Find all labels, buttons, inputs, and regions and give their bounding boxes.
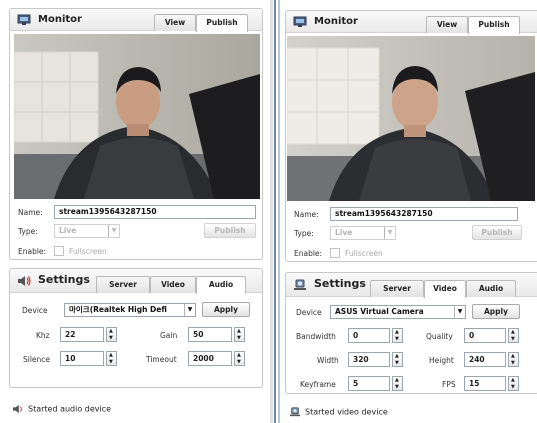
- chevron-down-icon: ▼: [184, 304, 195, 316]
- width-value[interactable]: 320: [348, 352, 390, 367]
- chevron-down-icon: ▼: [108, 225, 119, 237]
- monitor-title: Monitor: [314, 16, 358, 27]
- type-label: Type:: [294, 229, 314, 238]
- tab-video[interactable]: Video: [150, 276, 196, 293]
- quality-spinner[interactable]: ▲ ▼: [508, 328, 519, 343]
- status-bar: Started video device: [289, 407, 388, 417]
- khz-value[interactable]: 22: [60, 327, 104, 342]
- video-publisher-pane: Monitor View Publish Name: stream1395643…: [283, 0, 537, 423]
- name-label: Name:: [18, 208, 43, 217]
- monitor-icon: [293, 16, 307, 27]
- publish-button[interactable]: Publish: [472, 225, 522, 240]
- panel-separator-edge: [278, 0, 280, 423]
- tab-server[interactable]: Server: [370, 280, 424, 297]
- fullscreen-label: Fullscreen: [345, 249, 383, 258]
- height-value[interactable]: 240: [464, 352, 506, 367]
- gain-label: Gain: [160, 331, 178, 340]
- settings-title: Settings: [314, 277, 366, 290]
- status-bar: Started audio device: [12, 404, 111, 414]
- apply-button[interactable]: Apply: [202, 302, 250, 317]
- monitor-panel: Monitor View Publish Name: stream1395643…: [285, 10, 537, 262]
- width-spinner[interactable]: ▲ ▼: [392, 352, 403, 367]
- tab-server[interactable]: Server: [96, 276, 150, 293]
- settings-header: Settings Server Video Audio: [286, 273, 537, 298]
- audio-publisher-pane: Monitor View Publish Name: stream1395643…: [6, 0, 268, 423]
- bandwidth-spinner[interactable]: ▲ ▼: [392, 328, 403, 343]
- height-label: Height: [429, 356, 454, 365]
- chevron-down-icon: ▼: [384, 227, 395, 239]
- monitor-header: Monitor View Publish: [286, 11, 537, 34]
- speaker-icon: [13, 404, 22, 414]
- quality-label: Quality: [426, 332, 453, 341]
- settings-panel: Settings Server Video Audio Device 마이크(R…: [9, 268, 263, 388]
- apply-button[interactable]: Apply: [472, 304, 520, 319]
- settings-panel: Settings Server Video Audio Device ASUS …: [285, 272, 537, 394]
- silence-value[interactable]: 10: [60, 351, 104, 366]
- speaker-icon: [18, 276, 31, 286]
- fullscreen-checkbox[interactable]: [330, 248, 340, 258]
- fullscreen-label: Fullscreen: [69, 247, 107, 256]
- keyframe-value[interactable]: 5: [348, 376, 390, 391]
- settings-title: Settings: [38, 273, 90, 286]
- video-preview: [14, 34, 260, 199]
- type-value: Live: [59, 226, 77, 235]
- audio-device-select[interactable]: 마이크(Realtek High Defi ▼: [64, 303, 196, 317]
- tab-audio[interactable]: Audio: [196, 276, 246, 294]
- type-select[interactable]: Live ▼: [54, 224, 120, 238]
- status-text: Started video device: [305, 407, 388, 417]
- tab-publish[interactable]: Publish: [196, 14, 248, 32]
- keyframe-label: Keyframe: [300, 380, 336, 389]
- keyframe-spinner[interactable]: ▲ ▼: [392, 376, 403, 391]
- monitor-panel: Monitor View Publish Name: stream1395643…: [9, 8, 263, 260]
- silence-label: Silence: [23, 355, 51, 364]
- status-text: Started audio device: [28, 404, 112, 414]
- enable-label: Enable:: [18, 247, 47, 256]
- monitor-icon: [17, 14, 31, 25]
- height-spinner[interactable]: ▲ ▼: [508, 352, 519, 367]
- tab-view[interactable]: View: [426, 16, 468, 33]
- stream-name-input[interactable]: stream1395643287150: [54, 205, 256, 219]
- fps-value[interactable]: 15: [464, 376, 506, 391]
- type-select[interactable]: Live ▼: [330, 226, 396, 240]
- chevron-down-icon: ▼: [454, 306, 465, 318]
- timeout-label: Timeout: [146, 355, 177, 364]
- monitor-header: Monitor View Publish: [10, 9, 262, 32]
- enable-label: Enable:: [294, 249, 323, 258]
- type-label: Type:: [18, 227, 38, 236]
- name-label: Name:: [294, 210, 319, 219]
- webcam-icon: [290, 407, 300, 417]
- silence-spinner[interactable]: ▲ ▼: [106, 351, 117, 366]
- publish-button[interactable]: Publish: [204, 223, 256, 238]
- timeout-value[interactable]: 2000: [188, 351, 232, 366]
- video-device-select[interactable]: ASUS Virtual Camera ▼: [330, 305, 466, 319]
- gain-value[interactable]: 50: [188, 327, 232, 342]
- type-value: Live: [335, 228, 353, 237]
- audio-device-value: 마이크(Realtek High Defi: [69, 305, 167, 314]
- gain-spinner[interactable]: ▲ ▼: [234, 327, 245, 342]
- tab-publish[interactable]: Publish: [468, 16, 520, 34]
- monitor-title: Monitor: [38, 14, 82, 25]
- fps-label: FPS: [442, 380, 456, 389]
- tab-video[interactable]: Video: [424, 280, 466, 298]
- fullscreen-checkbox[interactable]: [54, 246, 64, 256]
- khz-spinner[interactable]: ▲ ▼: [106, 327, 117, 342]
- timeout-spinner[interactable]: ▲ ▼: [234, 351, 245, 366]
- fps-spinner[interactable]: ▲ ▼: [508, 376, 519, 391]
- bandwidth-value[interactable]: 0: [348, 328, 390, 343]
- device-label: Device: [22, 306, 48, 315]
- video-preview: [287, 36, 535, 201]
- tab-view[interactable]: View: [154, 14, 196, 31]
- panel-separator-line: [274, 0, 276, 423]
- quality-value[interactable]: 0: [464, 328, 506, 343]
- settings-header: Settings Server Video Audio: [10, 269, 262, 294]
- bandwidth-label: Bandwidth: [296, 332, 336, 341]
- device-label: Device: [296, 308, 322, 317]
- panel-separator: [270, 0, 273, 423]
- video-device-value: ASUS Virtual Camera: [335, 307, 424, 316]
- khz-label: Khz: [36, 331, 50, 340]
- width-label: Width: [317, 356, 339, 365]
- tab-audio[interactable]: Audio: [466, 280, 516, 297]
- stream-name-input[interactable]: stream1395643287150: [330, 207, 518, 221]
- webcam-icon: [294, 279, 306, 290]
